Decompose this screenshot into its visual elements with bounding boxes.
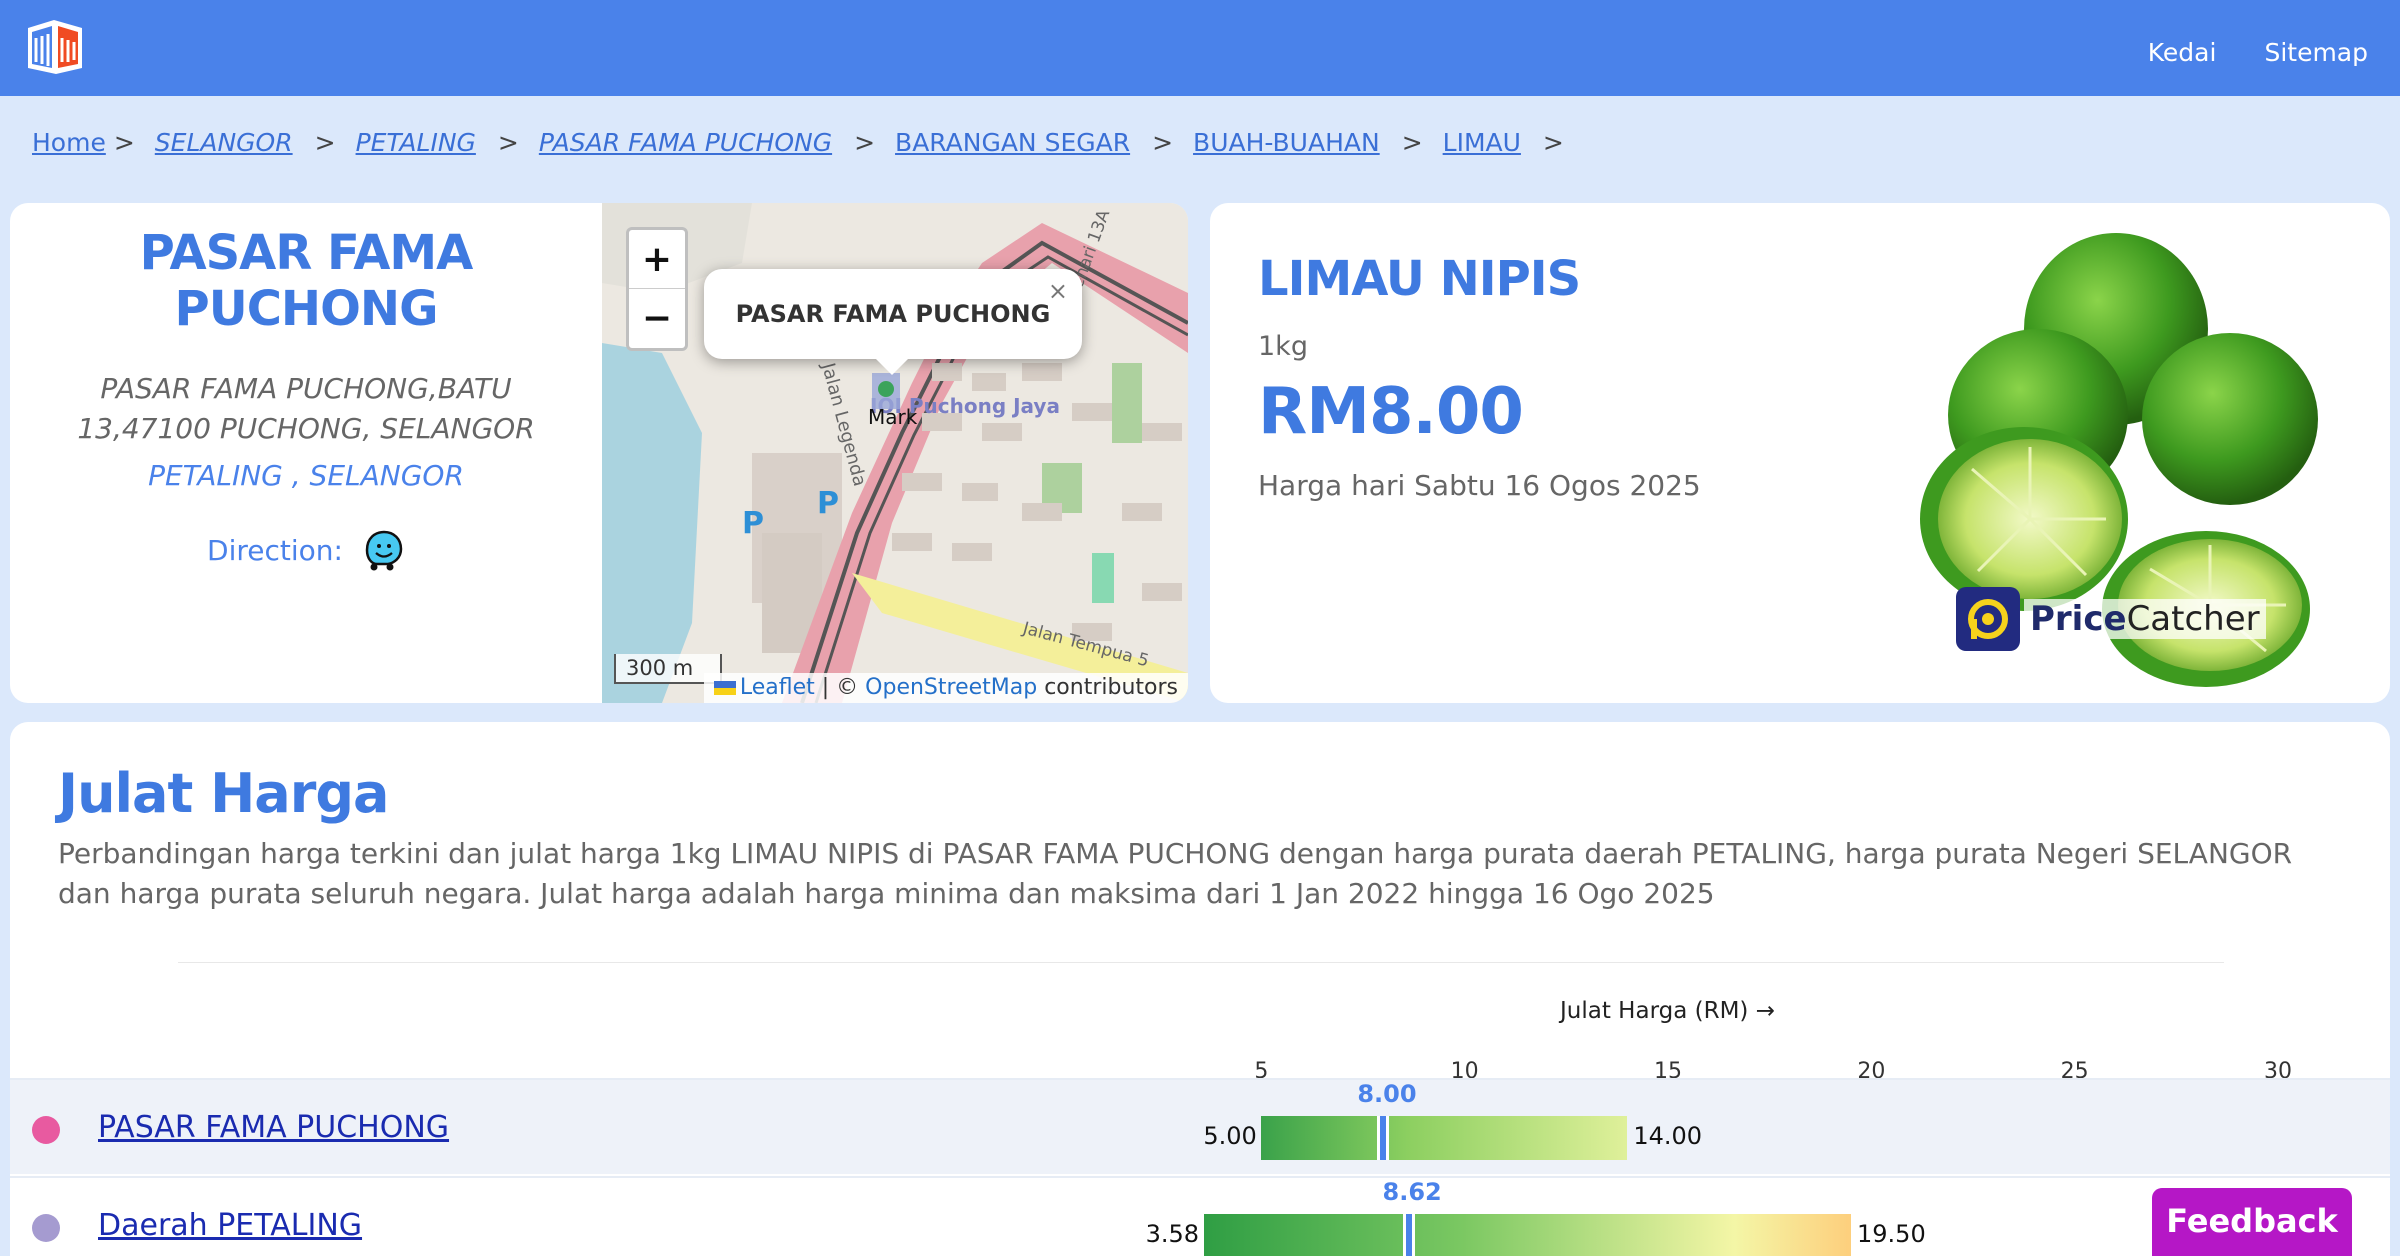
series-dot (32, 1214, 60, 1242)
location-map[interactable]: Jalan Legenda Jalan Kenari 13A Jalan Tem… (602, 203, 1188, 703)
breadcrumb-market[interactable]: PASAR FAMA PUCHONG (539, 128, 832, 157)
row-label-district[interactable]: Daerah PETALING (98, 1208, 362, 1243)
market-address: PASAR FAMA PUCHONG,BATU 13,47100 PUCHONG… (77, 372, 535, 445)
breadcrumb-selangor[interactable]: SELANGOR (155, 128, 293, 157)
breadcrumb-separator: > (854, 128, 876, 157)
product-unit: 1kg (1258, 331, 1308, 362)
map-popup: PASAR FAMA PUCHONG × (704, 269, 1082, 359)
popup-close-icon[interactable]: × (1048, 277, 1068, 305)
row-label-market[interactable]: PASAR FAMA PUCHONG (98, 1110, 449, 1145)
product-price-date: Harga hari Sabtu 16 Ogos 2025 (1258, 469, 1701, 502)
market-title: PASAR FAMA PUCHONG (139, 225, 474, 337)
top-navigation-bar: Kedai Sitemap (0, 0, 2400, 96)
breadcrumb-item[interactable]: LIMAU (1443, 128, 1521, 157)
breadcrumb-category[interactable]: BARANGAN SEGAR (895, 128, 1130, 157)
map-zoom-control: + − (626, 227, 688, 351)
breadcrumb-separator: > (497, 128, 519, 157)
breadcrumb-separator: > (1542, 128, 1564, 157)
current-price-marker (1402, 1214, 1415, 1256)
ukraine-flag-icon (713, 681, 736, 695)
market-info: PASAR FAMA PUCHONG PASAR FAMA PUCHONG,BA… (10, 203, 602, 703)
product-card: LIMAU NIPIS 1kg RM8.00 Harga hari Sabtu … (1210, 203, 2390, 703)
min-price-label: 5.00 (1203, 1122, 1257, 1150)
waze-icon[interactable] (361, 528, 405, 572)
breadcrumb-subcategory[interactable]: BUAH-BUAHAN (1193, 128, 1380, 157)
market-region: PETALING , SELANGOR (148, 459, 464, 492)
current-price-label: 8.62 (1382, 1178, 1442, 1206)
breadcrumb-separator: > (113, 128, 135, 157)
map-marker-label[interactable]: Mark (868, 405, 917, 429)
direction-label: Direction: (207, 533, 343, 567)
breadcrumb-separator: > (1401, 128, 1423, 157)
min-price-label: 3.58 (1145, 1220, 1200, 1248)
map-popup-tip (872, 355, 912, 375)
attribution-separator: | © (814, 675, 866, 700)
market-card: PASAR FAMA PUCHONG PASAR FAMA PUCHONG,BA… (10, 203, 1188, 703)
section-title: Julat Harga (58, 762, 389, 825)
max-price-label: 14.00 (1633, 1122, 1703, 1150)
product-name: LIMAU NIPIS (1258, 251, 1581, 307)
site-logo-icon[interactable] (24, 18, 86, 76)
section-description: Perbandingan harga terkini dan julat har… (58, 837, 2293, 910)
breadcrumb-separator: > (314, 128, 336, 157)
svg-text:P: P (817, 486, 839, 521)
top-nav-links: Kedai Sitemap (2148, 38, 2368, 67)
zoom-out-button[interactable]: − (629, 289, 685, 348)
series-dot (32, 1116, 60, 1144)
zoom-in-button[interactable]: + (629, 230, 685, 289)
range-row: Daerah PETALING 8.62 3.58 19.50 (10, 1176, 2390, 1256)
osm-link[interactable]: OpenStreetMap (865, 675, 1037, 700)
nav-link-kedai[interactable]: Kedai (2148, 38, 2217, 67)
breadcrumb-home[interactable]: Home (32, 128, 106, 157)
pricecatcher-icon (1956, 587, 2020, 651)
range-bar (1261, 1116, 1628, 1160)
range-bar (1203, 1214, 1851, 1256)
direction-row: Direction: (10, 528, 602, 572)
attribution-text: contributors (1037, 675, 1178, 700)
current-price-label: 8.00 (1357, 1080, 1417, 1108)
leaflet-link[interactable]: Leaflet (740, 675, 815, 700)
axis-title: Julat Harga (RM) → (1560, 998, 1775, 1024)
feedback-button[interactable]: Feedback (2152, 1188, 2352, 1256)
nav-link-sitemap[interactable]: Sitemap (2264, 38, 2368, 67)
current-price-marker (1377, 1116, 1390, 1160)
range-row: PASAR FAMA PUCHONG 8.00 5.00 14.00 (10, 1078, 2390, 1174)
breadcrumb-separator: > (1152, 128, 1174, 157)
breadcrumb: Home > SELANGOR > PETALING > PASAR FAMA … (32, 128, 1584, 157)
divider (178, 962, 2224, 963)
product-price: RM8.00 (1258, 375, 1524, 449)
max-price-label: 19.50 (1857, 1220, 1926, 1248)
pricecatcher-wordmark: PriceCatcher (2024, 599, 2266, 639)
breadcrumb-petaling[interactable]: PETALING (356, 128, 476, 157)
map-popup-title: PASAR FAMA PUCHONG (735, 300, 1051, 328)
map-attribution: Leaflet | © OpenStreetMap contributors (703, 673, 1188, 703)
price-range-section: Julat Harga Perbandingan harga terkini d… (10, 722, 2390, 1256)
pricecatcher-logo: PriceCatcher (1956, 587, 2266, 651)
svg-text:P: P (742, 506, 764, 541)
